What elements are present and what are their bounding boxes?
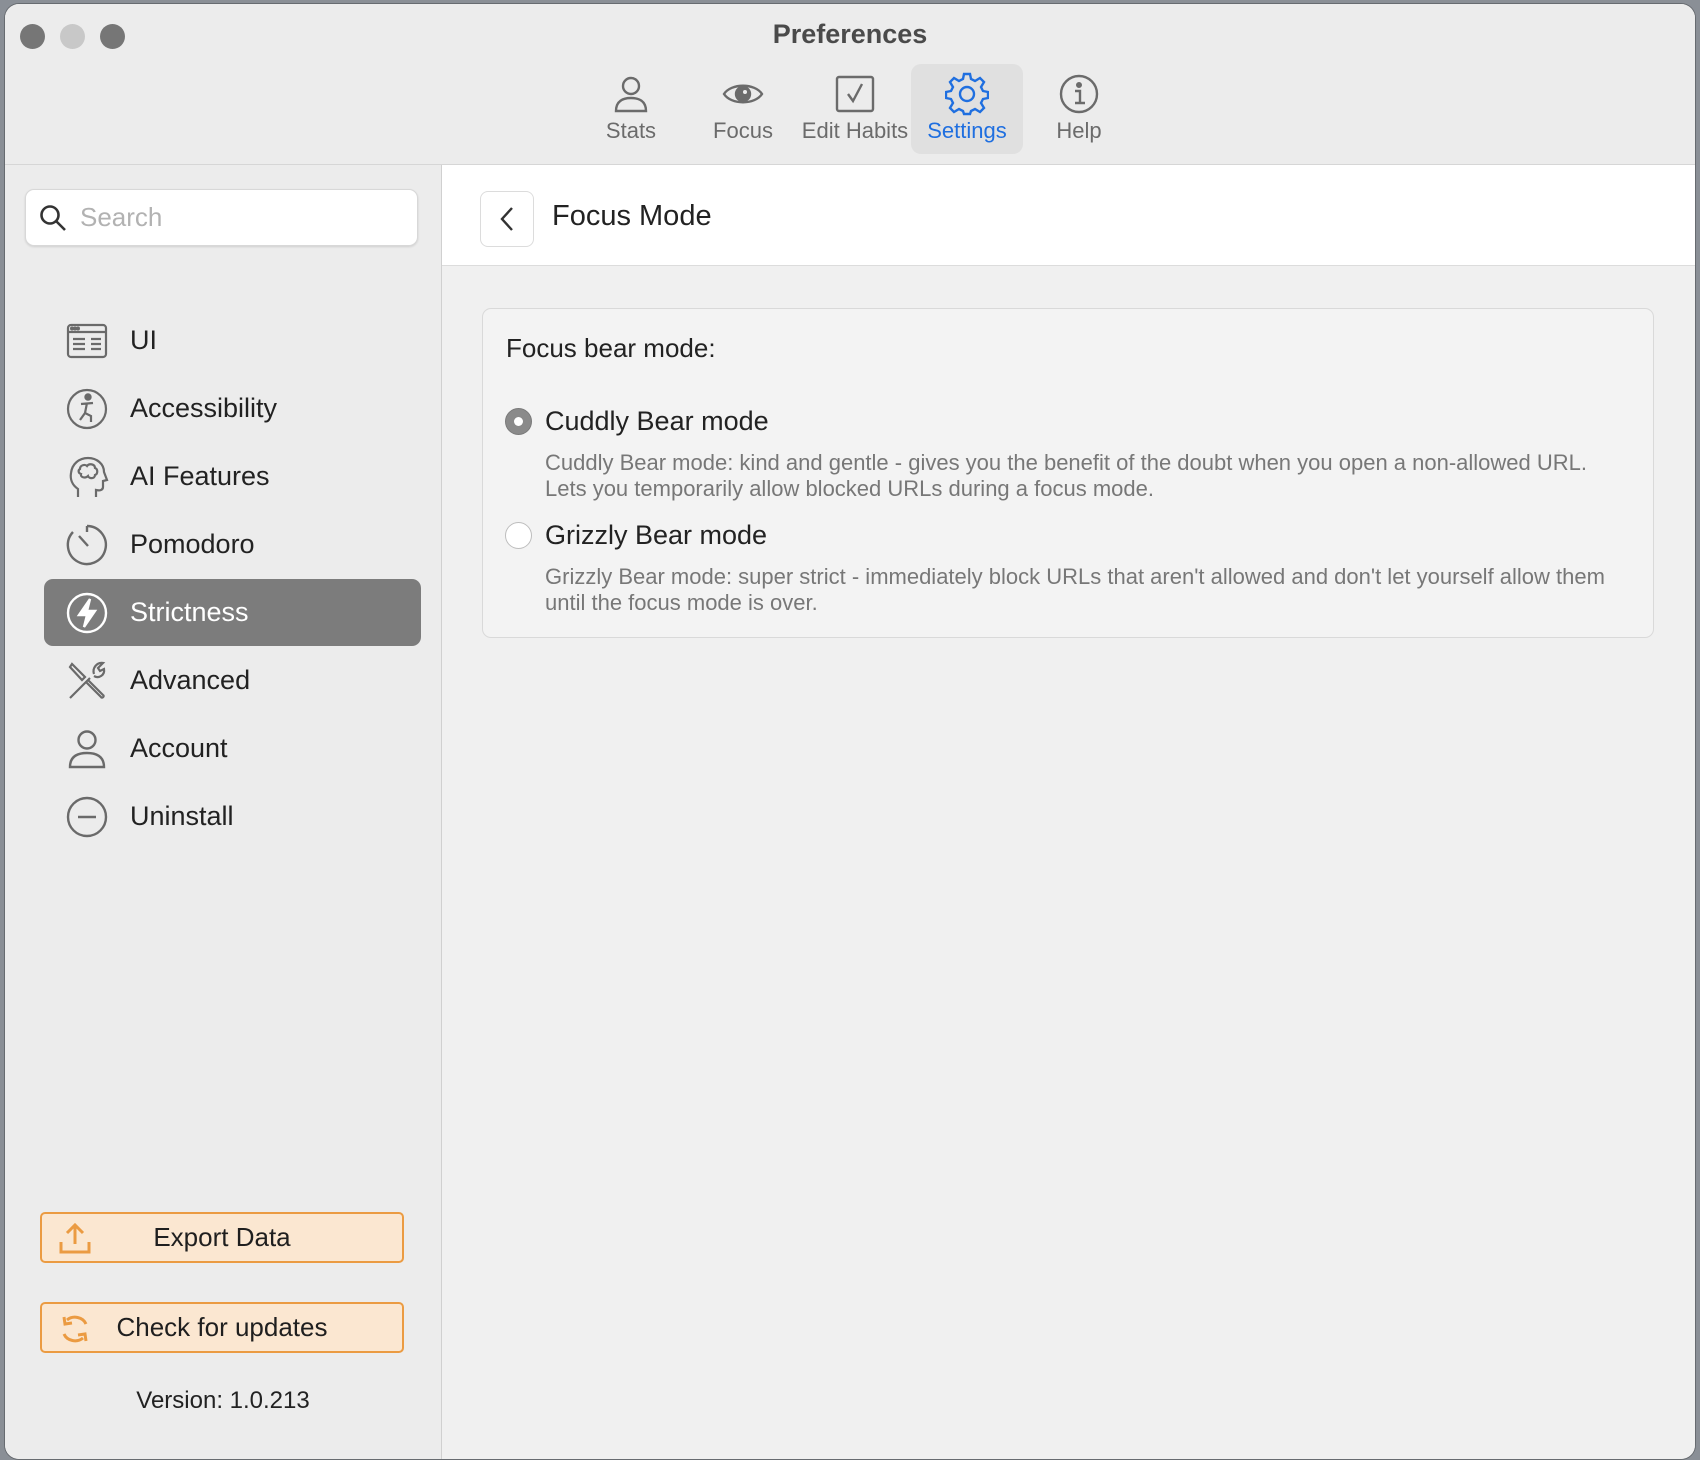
sidebar-item-pomodoro[interactable]: Pomodoro: [44, 511, 421, 578]
chevron-left-icon: [500, 207, 513, 231]
sidebar-item-strictness[interactable]: Strictness: [44, 579, 421, 646]
search-input[interactable]: [78, 201, 402, 234]
page-title: Focus Mode: [552, 200, 712, 232]
preferences-toolbar: Stats Focus Edit Habits Settings Help: [575, 64, 1135, 154]
tools-icon: [68, 661, 106, 699]
export-data-label: Export Data: [153, 1222, 291, 1252]
upload-icon: [59, 1222, 91, 1254]
preferences-window: Preferences Stats Focus Edit Habits Sett…: [5, 4, 1695, 1459]
tab-edit-habits[interactable]: Edit Habits: [799, 64, 911, 154]
sidebar-item-label: Advanced: [130, 665, 251, 695]
sidebar-item-label: Account: [130, 733, 228, 763]
tab-stats-label: Stats: [605, 118, 657, 143]
title-bar: Preferences Stats Focus Edit Habits Sett…: [5, 4, 1695, 165]
sidebar-item-label: Accessibility: [130, 393, 278, 423]
cuddly-bear-option[interactable]: Cuddly Bear mode: [505, 406, 769, 437]
info-icon: [1059, 74, 1099, 114]
sidebar-item-accessibility[interactable]: Accessibility: [44, 375, 421, 442]
export-data-button[interactable]: Export Data: [40, 1212, 404, 1263]
sidebar-item-advanced[interactable]: Advanced: [44, 647, 421, 714]
check-for-updates-button[interactable]: Check for updates: [40, 1302, 404, 1353]
accessibility-icon: [66, 388, 108, 429]
sidebar-item-label: AI Features: [130, 461, 270, 491]
minus-circle-icon: [66, 796, 108, 837]
version-label: Version: 1.0.213: [136, 1387, 310, 1414]
tab-settings-label: Settings: [927, 118, 1007, 143]
panel-heading: Focus bear mode:: [506, 333, 716, 363]
search-icon: [40, 204, 66, 231]
refresh-icon: [62, 1315, 88, 1343]
main-content: Focus Mode Focus bear mode: Cuddly Bear …: [442, 165, 1695, 1459]
tab-help-label: Help: [1056, 118, 1102, 143]
sidebar-item-account[interactable]: Account: [44, 715, 421, 782]
cuddly-bear-radio[interactable]: [505, 408, 532, 435]
sidebar-item-label: UI: [130, 325, 157, 355]
person-icon: [614, 76, 648, 113]
window-title: Preferences: [772, 19, 928, 49]
tab-focus-label: Focus: [713, 118, 773, 143]
person-icon: [68, 729, 106, 768]
cuddly-bear-label: Cuddly Bear mode: [545, 406, 769, 436]
check-for-updates-label: Check for updates: [116, 1312, 328, 1342]
sidebar-item-label: Uninstall: [130, 801, 234, 831]
tab-focus[interactable]: Focus: [687, 64, 799, 154]
cuddly-bear-description: Cuddly Bear mode: kind and gentle - give…: [545, 450, 1588, 501]
sidebar-nav: UI Accessibility AI Features Pomodoro St…: [44, 307, 421, 851]
timer-icon: [66, 524, 108, 565]
search-field[interactable]: [25, 189, 418, 246]
sidebar-item-ai-features[interactable]: AI Features: [44, 443, 421, 510]
tab-edit-habits-label: Edit Habits: [801, 118, 909, 143]
ui-window-icon: [66, 323, 108, 358]
sidebar-item-label: Pomodoro: [130, 529, 255, 559]
back-button[interactable]: [480, 191, 534, 247]
main-header: Focus Mode: [442, 165, 1695, 266]
grizzly-bear-label: Grizzly Bear mode: [545, 520, 768, 550]
gear-icon: [945, 72, 989, 116]
checkbox-icon: [835, 75, 875, 113]
brain-head-icon: [69, 456, 109, 497]
sidebar: UI Accessibility AI Features: [5, 165, 442, 1459]
focus-bear-mode-panel: Focus bear mode: Cuddly Bear mode Cuddly…: [482, 308, 1654, 638]
sidebar-item-label: Strictness: [130, 597, 249, 627]
grizzly-bear-option[interactable]: Grizzly Bear mode: [505, 520, 767, 551]
bolt-icon: [66, 592, 108, 633]
grizzly-bear-description: Grizzly Bear mode: super strict - immedi…: [545, 564, 1605, 615]
sidebar-item-uninstall[interactable]: Uninstall: [44, 783, 421, 850]
sidebar-item-ui[interactable]: UI: [44, 307, 421, 374]
tab-stats[interactable]: Stats: [575, 64, 687, 154]
eye-icon: [722, 84, 764, 104]
tab-help[interactable]: Help: [1023, 64, 1135, 154]
grizzly-bear-radio[interactable]: [505, 522, 532, 549]
tab-settings[interactable]: Settings: [911, 64, 1023, 154]
